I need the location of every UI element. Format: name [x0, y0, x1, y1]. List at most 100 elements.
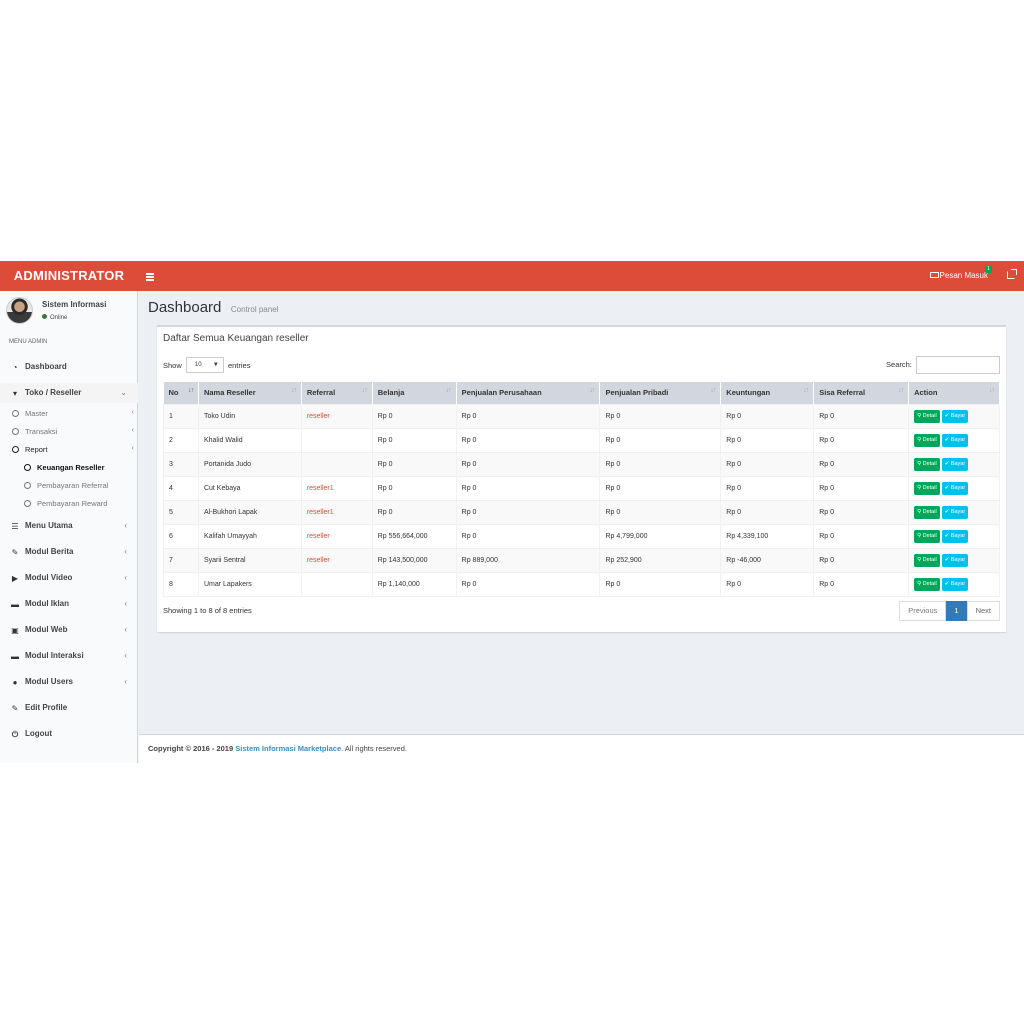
bayar-button[interactable]: ✔ Bayar — [941, 409, 969, 423]
table-cell: Rp 0 — [455, 403, 601, 429]
search-input[interactable] — [916, 356, 1000, 374]
circle-icon — [24, 482, 31, 489]
sort-asc-icon: ↓↑ — [187, 387, 194, 394]
bayar-button[interactable]: ✔ Bayar — [941, 505, 969, 519]
sidebar-item-label: Dashboard — [25, 362, 67, 371]
column-header[interactable]: No ↓↑ — [163, 382, 199, 404]
table-cell: 5 — [163, 499, 199, 525]
column-header[interactable]: Nama Reseller ↓↑ — [198, 382, 302, 404]
users-icon: ● — [12, 678, 18, 687]
bayar-button[interactable]: ✔ Bayar — [941, 433, 969, 447]
entries-length-control: Show 10 ▼ entries — [163, 357, 250, 374]
chevron-left-icon: ‹ — [124, 599, 127, 608]
table-cell: Rp 0 — [813, 451, 910, 477]
column-header[interactable]: Penjualan Perusahaan ↓↑ — [456, 382, 601, 404]
table-row: 7 Syarii Sentral reseller Rp 143,500,000 Rp … — [163, 547, 1000, 573]
detail-button[interactable]: ⚲ Detail — [914, 433, 940, 447]
sidebar-subitem-report[interactable]: Report ‹ — [0, 442, 138, 458]
sidebar-item-modul-web[interactable]: ▣ Modul Web ‹ — [0, 620, 138, 640]
sidebar-subitem-label: Pembayaran Referral — [37, 481, 109, 490]
entries-select[interactable]: 10 ▼ — [185, 357, 224, 373]
sidebar-item-edit-profile[interactable]: ✎ Edit Profile — [0, 698, 138, 718]
play-icon: ▶ — [11, 574, 19, 583]
bayar-button[interactable]: ✔ Bayar — [941, 481, 969, 495]
circle-icon — [12, 446, 19, 453]
bayar-button[interactable]: ✔ Bayar — [941, 457, 969, 471]
detail-button-label: Detail — [922, 460, 937, 467]
table-cell: Rp -46,000 — [720, 547, 815, 573]
table-info: Showing 1 to 8 of 8 entries — [163, 606, 252, 615]
footer-brand-link[interactable]: Sistem Informasi Marketplace — [235, 744, 341, 753]
table-cell: Rp 0 — [599, 403, 722, 429]
messages-link[interactable]: Pesan Masuk 1 — [929, 261, 992, 291]
table-cell: reseller1 — [300, 475, 373, 501]
column-header[interactable]: Keuntungan ↓↑ — [720, 382, 815, 404]
sidebar-subitem-pembayaran-reward[interactable]: Pembayaran Reward — [0, 496, 138, 512]
column-header[interactable]: Penjualan Pribadi ↓↑ — [599, 382, 722, 404]
circle-icon — [12, 428, 19, 435]
column-header-label: No — [168, 388, 179, 398]
sidebar-item-modul-interaksi[interactable]: ▬ Modul Interaksi ‹ — [0, 646, 138, 666]
column-header-label: Action — [914, 388, 938, 398]
column-header[interactable]: Belanja ↓↑ — [372, 382, 457, 404]
table-cell: Rp 889,000 — [455, 547, 601, 573]
detail-button[interactable]: ⚲ Detail — [914, 457, 940, 471]
detail-button[interactable]: ⚲ Detail — [914, 577, 940, 591]
sidebar-subitem-pembayaran-referral[interactable]: Pembayaran Referral — [0, 478, 138, 494]
sidebar-item-label: Modul Berita — [25, 547, 74, 556]
sidebar-item-modul-iklan[interactable]: ▬ Modul Iklan ‹ — [0, 594, 138, 614]
table-cell: Rp 0 — [813, 571, 910, 597]
sidebar-subitem-master[interactable]: Master ‹ — [0, 406, 138, 422]
messages-label: Pesan Masuk — [939, 271, 988, 280]
next-button[interactable]: Next — [966, 601, 1000, 621]
column-header-label: Keuntungan — [726, 388, 771, 398]
detail-button[interactable]: ⚲ Detail — [914, 505, 940, 519]
page-1-button[interactable]: 1 — [946, 601, 967, 621]
detail-button-label: Detail — [922, 484, 937, 491]
detail-button[interactable]: ⚲ Detail — [914, 409, 940, 423]
external-link-icon[interactable] — [1007, 269, 1017, 279]
detail-button[interactable]: ⚲ Detail — [914, 553, 940, 567]
bayar-button-label: Bayar — [950, 484, 966, 491]
detail-button[interactable]: ⚲ Detail — [914, 529, 940, 543]
detail-button[interactable]: ⚲ Detail — [914, 481, 940, 495]
app-logo[interactable]: ADMINISTRATOR — [0, 261, 138, 291]
column-header[interactable]: Sisa Referral ↓↑ — [813, 382, 910, 404]
sidebar-item-logout[interactable]: ⏻ Logout — [0, 724, 138, 744]
list-icon: ☰ — [11, 522, 19, 531]
sidebar-item-toko-reseller[interactable]: ▾ Toko / Reseller ⌄ — [0, 383, 138, 403]
table-row: 1 Toko Udin reseller Rp 0 Rp 0 Rp 0 Rp 0 Rp 0 ⚲ … — [163, 403, 1000, 429]
table-row: 2 Khalid Walid Rp 0 Rp 0 Rp 0 Rp 0 Rp 0 ⚲ Detai… — [163, 427, 1000, 453]
table-cell: reseller — [300, 547, 373, 573]
desktop-icon: ▬ — [11, 600, 19, 609]
table-cell: Rp 0 — [371, 475, 457, 501]
chevron-left-icon: ‹ — [124, 677, 127, 686]
column-header[interactable]: Action ↓↑ — [908, 382, 1000, 404]
bayar-button[interactable]: ✔ Bayar — [941, 553, 969, 567]
table-cell: Rp 0 — [813, 475, 910, 501]
previous-button[interactable]: Previous — [899, 601, 947, 621]
user-status: Online — [42, 314, 67, 321]
table-cell: reseller — [300, 523, 373, 549]
sidebar-subitem-transaksi[interactable]: Transaksi ‹ — [0, 424, 138, 440]
column-header-label: Referral — [306, 388, 336, 398]
sidebar: Sistem Informasi Online MENU ADMIN ◔ Das… — [0, 291, 138, 763]
table-cell: 8 — [163, 571, 199, 597]
sidebar-item-modul-video[interactable]: ▶ Modul Video ‹ — [0, 568, 138, 588]
sidebar-subitem-keuangan-reseller[interactable]: Keuangan Reseller — [0, 460, 138, 476]
sidebar-item-dashboard[interactable]: ◔ Dashboard — [0, 357, 138, 377]
bayar-button[interactable]: ✔ Bayar — [941, 577, 969, 591]
table-cell: Rp 0 — [813, 523, 910, 549]
column-header[interactable]: Referral ↓↑ — [301, 382, 373, 404]
menu-toggle-icon[interactable] — [146, 270, 155, 282]
table-body: 1 Toko Udin reseller Rp 0 Rp 0 Rp 0 Rp 0 Rp 0 ⚲ … — [163, 403, 1000, 597]
sidebar-item-modul-berita[interactable]: ✎ Modul Berita ‹ — [0, 542, 138, 562]
envelope-icon — [929, 271, 939, 278]
sidebar-item-modul-users[interactable]: ● Modul Users ‹ — [0, 672, 138, 692]
action-cell: ⚲ Detail ✔ Bayar — [908, 499, 1000, 525]
table-cell: Rp 0 — [813, 547, 910, 573]
chevron-left-icon: ‹ — [124, 547, 127, 556]
pencil-icon: ✎ — [11, 548, 19, 557]
sidebar-item-menu-utama[interactable]: ☰ Menu Utama ‹ — [0, 516, 138, 536]
bayar-button[interactable]: ✔ Bayar — [941, 529, 969, 543]
